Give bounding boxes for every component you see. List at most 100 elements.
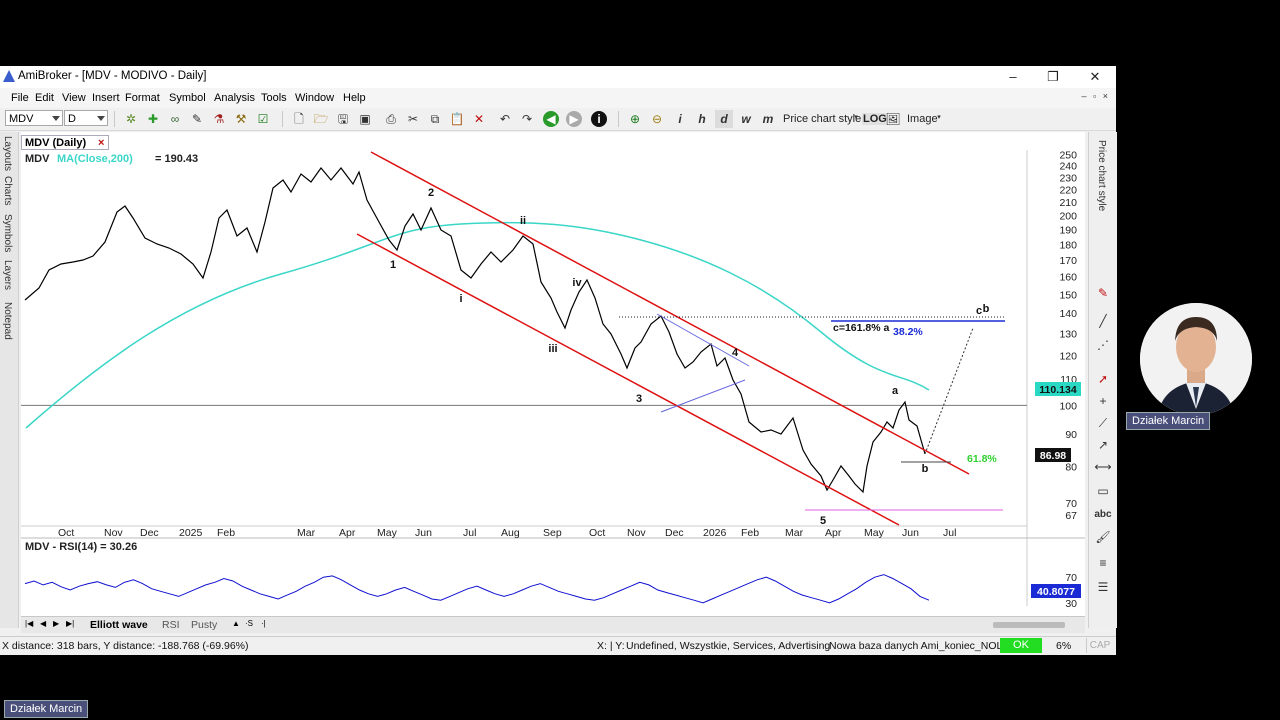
time-tick-label: Jun: [902, 527, 919, 539]
horizontal-line-icon[interactable]: ⟷: [1094, 458, 1112, 476]
green-cross-icon[interactable]: ✚: [144, 110, 162, 128]
zoom-out-icon[interactable]: ⊖: [648, 110, 666, 128]
window-title: AmiBroker - [MDV - MODIVO - Daily]: [18, 70, 207, 82]
layouts-tab[interactable]: Layouts: [2, 136, 13, 171]
time-tick-label: Dec: [665, 527, 684, 539]
close-tab-icon[interactable]: ×: [98, 136, 104, 151]
save-icon[interactable]: 🖫: [334, 110, 352, 128]
price-chart-style-button[interactable]: Price chart style: [783, 113, 861, 125]
rectangle-icon[interactable]: ▭: [1094, 482, 1112, 500]
zoom-in-icon[interactable]: ⊕: [626, 110, 644, 128]
chart-window[interactable]: MDV MA(Close,200) = 190.43 250 240 230 220 210 2…: [21, 132, 1085, 632]
chart-tab[interactable]: MDV (Daily) ×: [21, 135, 109, 150]
fibonacci-icon[interactable]: ≡: [1094, 554, 1112, 572]
menu-symbol[interactable]: Symbol: [169, 92, 206, 104]
interval-intraday-button[interactable]: i: [671, 110, 689, 128]
rename-sheet-icon[interactable]: ·S: [245, 619, 253, 628]
symbols-tab[interactable]: Symbols: [2, 214, 13, 252]
menu-insert[interactable]: Insert: [92, 92, 120, 104]
menu-help[interactable]: Help: [343, 92, 366, 104]
prev-sheet-icon[interactable]: ◀: [40, 619, 46, 628]
tools-icon[interactable]: ⚒: [232, 110, 250, 128]
cut-icon[interactable]: ✂: [404, 110, 422, 128]
maximize-button[interactable]: ❐: [1038, 68, 1068, 86]
interval-daily-button[interactable]: d: [715, 110, 733, 128]
pencil-icon[interactable]: ✎: [1094, 284, 1112, 302]
next-sheet-icon[interactable]: ▶: [53, 619, 59, 628]
amibroker-logo-icon: [3, 70, 15, 82]
select-arrow-icon[interactable]: ➚: [1094, 370, 1112, 388]
dropdown-arrow-icon[interactable]: ▾: [935, 112, 943, 124]
interval-weekly-button[interactable]: w: [737, 110, 755, 128]
menu-window[interactable]: Window: [295, 92, 334, 104]
fib-extension-label: c=161.8% a: [833, 322, 890, 334]
menu-analysis[interactable]: Analysis: [214, 92, 255, 104]
sheet-menu-icon[interactable]: ·|: [261, 619, 266, 628]
back-icon[interactable]: ◀: [543, 111, 559, 127]
tab-pusty[interactable]: Pusty: [191, 619, 217, 631]
price-tick-label: 170: [1059, 255, 1077, 267]
minimize-button[interactable]: –: [998, 68, 1028, 86]
menu-file[interactable]: File: [11, 92, 29, 104]
paste-icon[interactable]: 📋: [448, 110, 466, 128]
wave-label: b: [983, 303, 990, 315]
copy-icon[interactable]: ⧉: [426, 110, 444, 128]
chart-canvas[interactable]: MDV MA(Close,200) = 190.43 2502402302202102…: [21, 132, 1085, 616]
layers-tab[interactable]: Layers: [2, 260, 13, 290]
add-sheet-icon[interactable]: ▲: [232, 619, 240, 628]
wave-label: i: [459, 293, 462, 305]
undo-icon[interactable]: ↶: [496, 110, 514, 128]
notepad-tab[interactable]: Notepad: [2, 302, 13, 340]
open-folder-icon[interactable]: 🗁: [312, 110, 330, 128]
interval-monthly-button[interactable]: m: [759, 110, 777, 128]
time-tick-label: Apr: [825, 527, 842, 539]
interval-hourly-button[interactable]: h: [693, 110, 711, 128]
interval-combo[interactable]: D: [64, 110, 108, 126]
menu-format[interactable]: Format: [125, 92, 160, 104]
horizontal-scrollbar[interactable]: [993, 622, 1065, 628]
info-icon[interactable]: i: [591, 111, 607, 127]
symbol-combo[interactable]: MDV: [5, 110, 63, 126]
fib-fan-icon[interactable]: ☰: [1094, 578, 1112, 596]
first-sheet-icon[interactable]: |◀: [25, 619, 33, 628]
redo-icon[interactable]: ↷: [518, 110, 536, 128]
last-sheet-icon[interactable]: ▶|: [66, 619, 74, 628]
crosshair-icon[interactable]: +: [1094, 392, 1112, 410]
hierarchy-icon[interactable]: ✲: [122, 110, 140, 128]
time-tick-label: Mar: [785, 527, 804, 539]
time-tick-label: Nov: [627, 527, 646, 539]
rsi-label: MDV - RSI(14) = 30.26: [25, 541, 137, 553]
glasses-icon[interactable]: ∞: [166, 110, 184, 128]
chart-edit-icon[interactable]: ✎: [188, 110, 206, 128]
delete-icon[interactable]: ✕: [470, 110, 488, 128]
tab-elliott-wave[interactable]: Elliott wave: [90, 619, 148, 631]
image-icon[interactable]: 🖼: [884, 110, 902, 128]
brush-icon[interactable]: 🖌: [1094, 528, 1112, 546]
price-symbol-label: MDV: [25, 153, 50, 165]
new-file-icon[interactable]: 🗋: [290, 110, 308, 128]
time-tick-label: Jul: [943, 527, 956, 539]
line-icon[interactable]: ╱: [1094, 312, 1112, 330]
formula-icon[interactable]: ⚗: [210, 110, 228, 128]
charts-tab[interactable]: Charts: [2, 176, 13, 205]
check-icon[interactable]: ☑: [254, 110, 272, 128]
wave-label: iv: [572, 277, 582, 289]
save-all-icon[interactable]: ▣: [356, 110, 374, 128]
status-percent: 6%: [1056, 640, 1072, 652]
menu-tools[interactable]: Tools: [261, 92, 287, 104]
tab-rsi[interactable]: RSI: [162, 619, 180, 631]
close-button[interactable]: ✕: [1080, 68, 1110, 86]
forward-icon[interactable]: ▶: [566, 111, 582, 127]
menu-edit[interactable]: Edit: [35, 92, 54, 104]
dropdown-arrow-icon[interactable]: ▾: [852, 112, 860, 124]
mdi-controls[interactable]: ‒ ▫ ×: [1082, 91, 1110, 101]
text-tool-button[interactable]: abc: [1094, 506, 1112, 524]
print-icon[interactable]: ⎙: [382, 110, 400, 128]
trendline-icon[interactable]: ⟋: [1094, 414, 1112, 432]
separator: [114, 111, 115, 127]
ray-icon[interactable]: ↗: [1094, 436, 1112, 454]
menu-view[interactable]: View: [62, 92, 86, 104]
image-button[interactable]: Image: [907, 113, 938, 125]
dotted-line-icon[interactable]: ⋰: [1094, 336, 1112, 354]
amibroker-window: AmiBroker - [MDV - MODIVO - Daily] – ❐ ✕…: [0, 66, 1117, 655]
